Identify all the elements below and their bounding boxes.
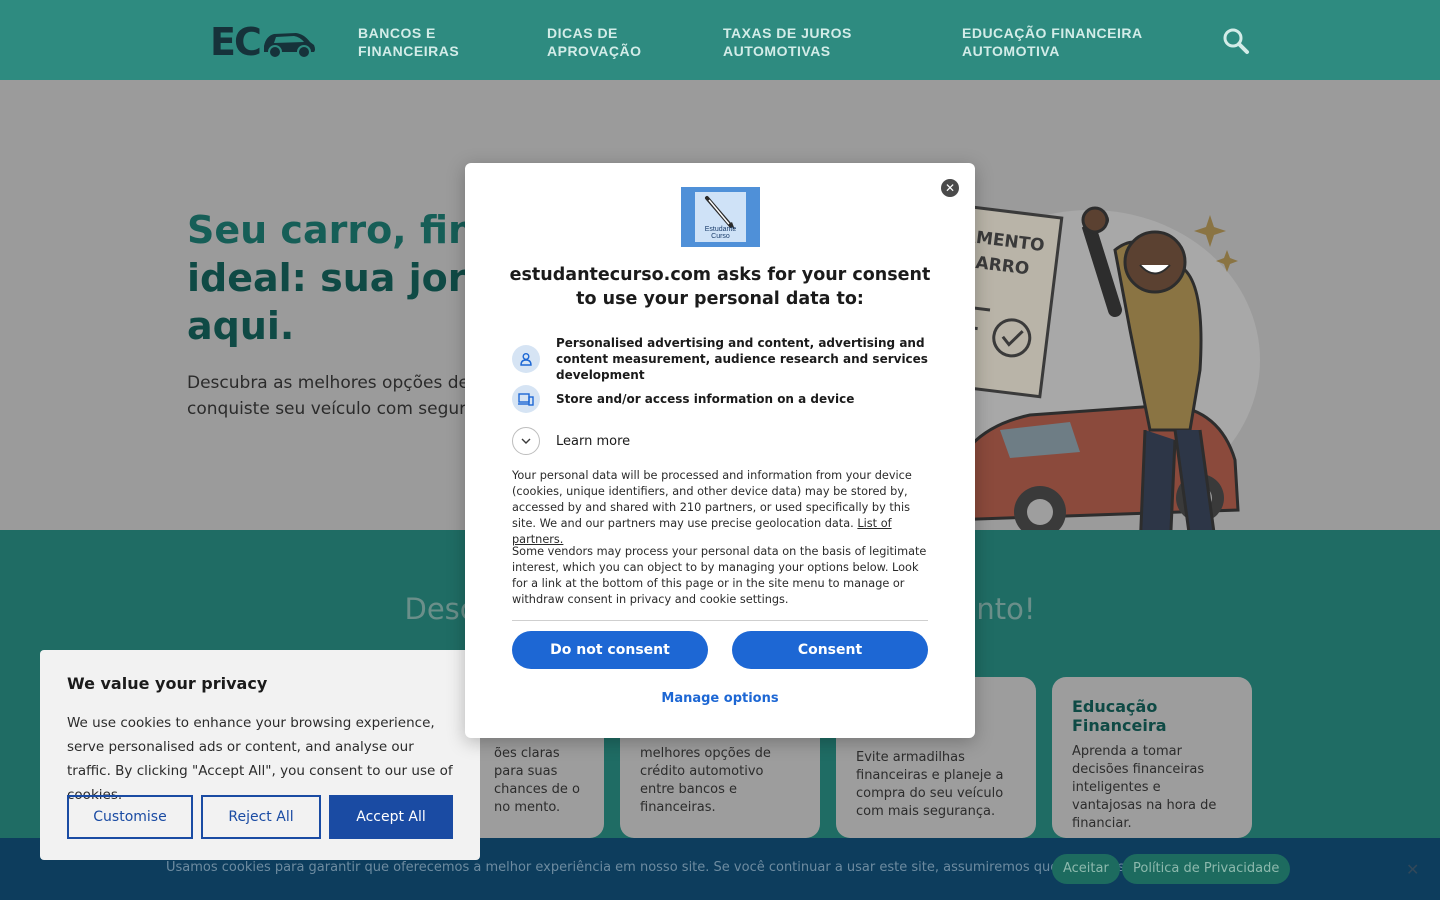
site-logo-image: Estudante Curso [681,187,760,247]
consent-dialog: ✕ Estudante Curso estudantecurso.com ask… [465,163,975,738]
do-not-consent-button[interactable]: Do not consent [512,631,708,669]
site-logo[interactable]: EC [210,20,318,64]
consent-button[interactable]: Consent [732,631,928,669]
purpose-item: Personalised advertising and content, ad… [512,335,932,383]
logo-text: EC [210,20,262,64]
learn-more-label: Learn more [556,433,631,449]
purpose-item: Store and/or access information on a dev… [512,385,932,413]
purpose-text: Store and/or access information on a dev… [556,392,855,406]
cookie-bar-close-icon[interactable]: ✕ [1406,860,1419,879]
card-text: Aprenda a tomar decisões financeiras int… [1072,744,1217,831]
reject-all-button[interactable]: Reject All [201,795,321,839]
feature-card[interactable]: Educação Financeira Aprenda a tomar deci… [1052,677,1252,838]
person-icon [512,345,540,373]
nav-taxas-juros[interactable]: TAXAS DE JUROS AUTOMOTIVAS [723,24,873,60]
customise-button[interactable]: Customise [67,795,193,839]
consent-paragraph-2: Some vendors may process your personal d… [512,545,927,606]
logo-label: Estudante Curso [704,226,737,240]
divider [512,620,928,621]
learn-more-toggle[interactable]: Learn more [512,427,630,455]
nav-bancos-financeiras[interactable]: BANCOS E FINANCEIRAS [358,24,478,60]
accept-all-button[interactable]: Accept All [329,795,453,839]
search-icon[interactable] [1222,27,1250,55]
consent-paragraph-1: Your personal data will be processed and… [512,468,927,548]
privacy-title: We value your privacy [67,674,268,693]
chevron-down-icon [512,427,540,455]
site-header: EC BANCOS E FINANCEIRAS DICAS DE APROVAÇ… [0,0,1440,80]
close-icon[interactable]: ✕ [941,179,959,197]
consent-paragraph-1-text: Your personal data will be processed and… [512,469,912,530]
car-logo-icon [263,33,315,59]
cookie-accept-button[interactable]: Aceitar [1052,854,1120,884]
nav-dicas-aprovacao[interactable]: DICAS DE APROVAÇÃO [547,24,667,60]
consent-heading: estudantecurso.com asks for your consent… [509,265,931,309]
devices-icon [512,385,540,413]
privacy-text: We use cookies to enhance your browsing … [67,715,453,803]
nav-educacao-financeira[interactable]: EDUCAÇÃO FINANCEIRA AUTOMOTIVA [962,24,1152,60]
privacy-banner: We value your privacy We use cookies to … [40,650,480,860]
logo-image-inner: Estudante Curso [695,192,746,242]
privacy-policy-button[interactable]: Política de Privacidade [1122,854,1291,884]
card-title-educacao: Educação Financeira [1072,697,1167,735]
purpose-text: Personalised advertising and content, ad… [556,336,928,382]
manage-options-link[interactable]: Manage options [465,691,975,706]
